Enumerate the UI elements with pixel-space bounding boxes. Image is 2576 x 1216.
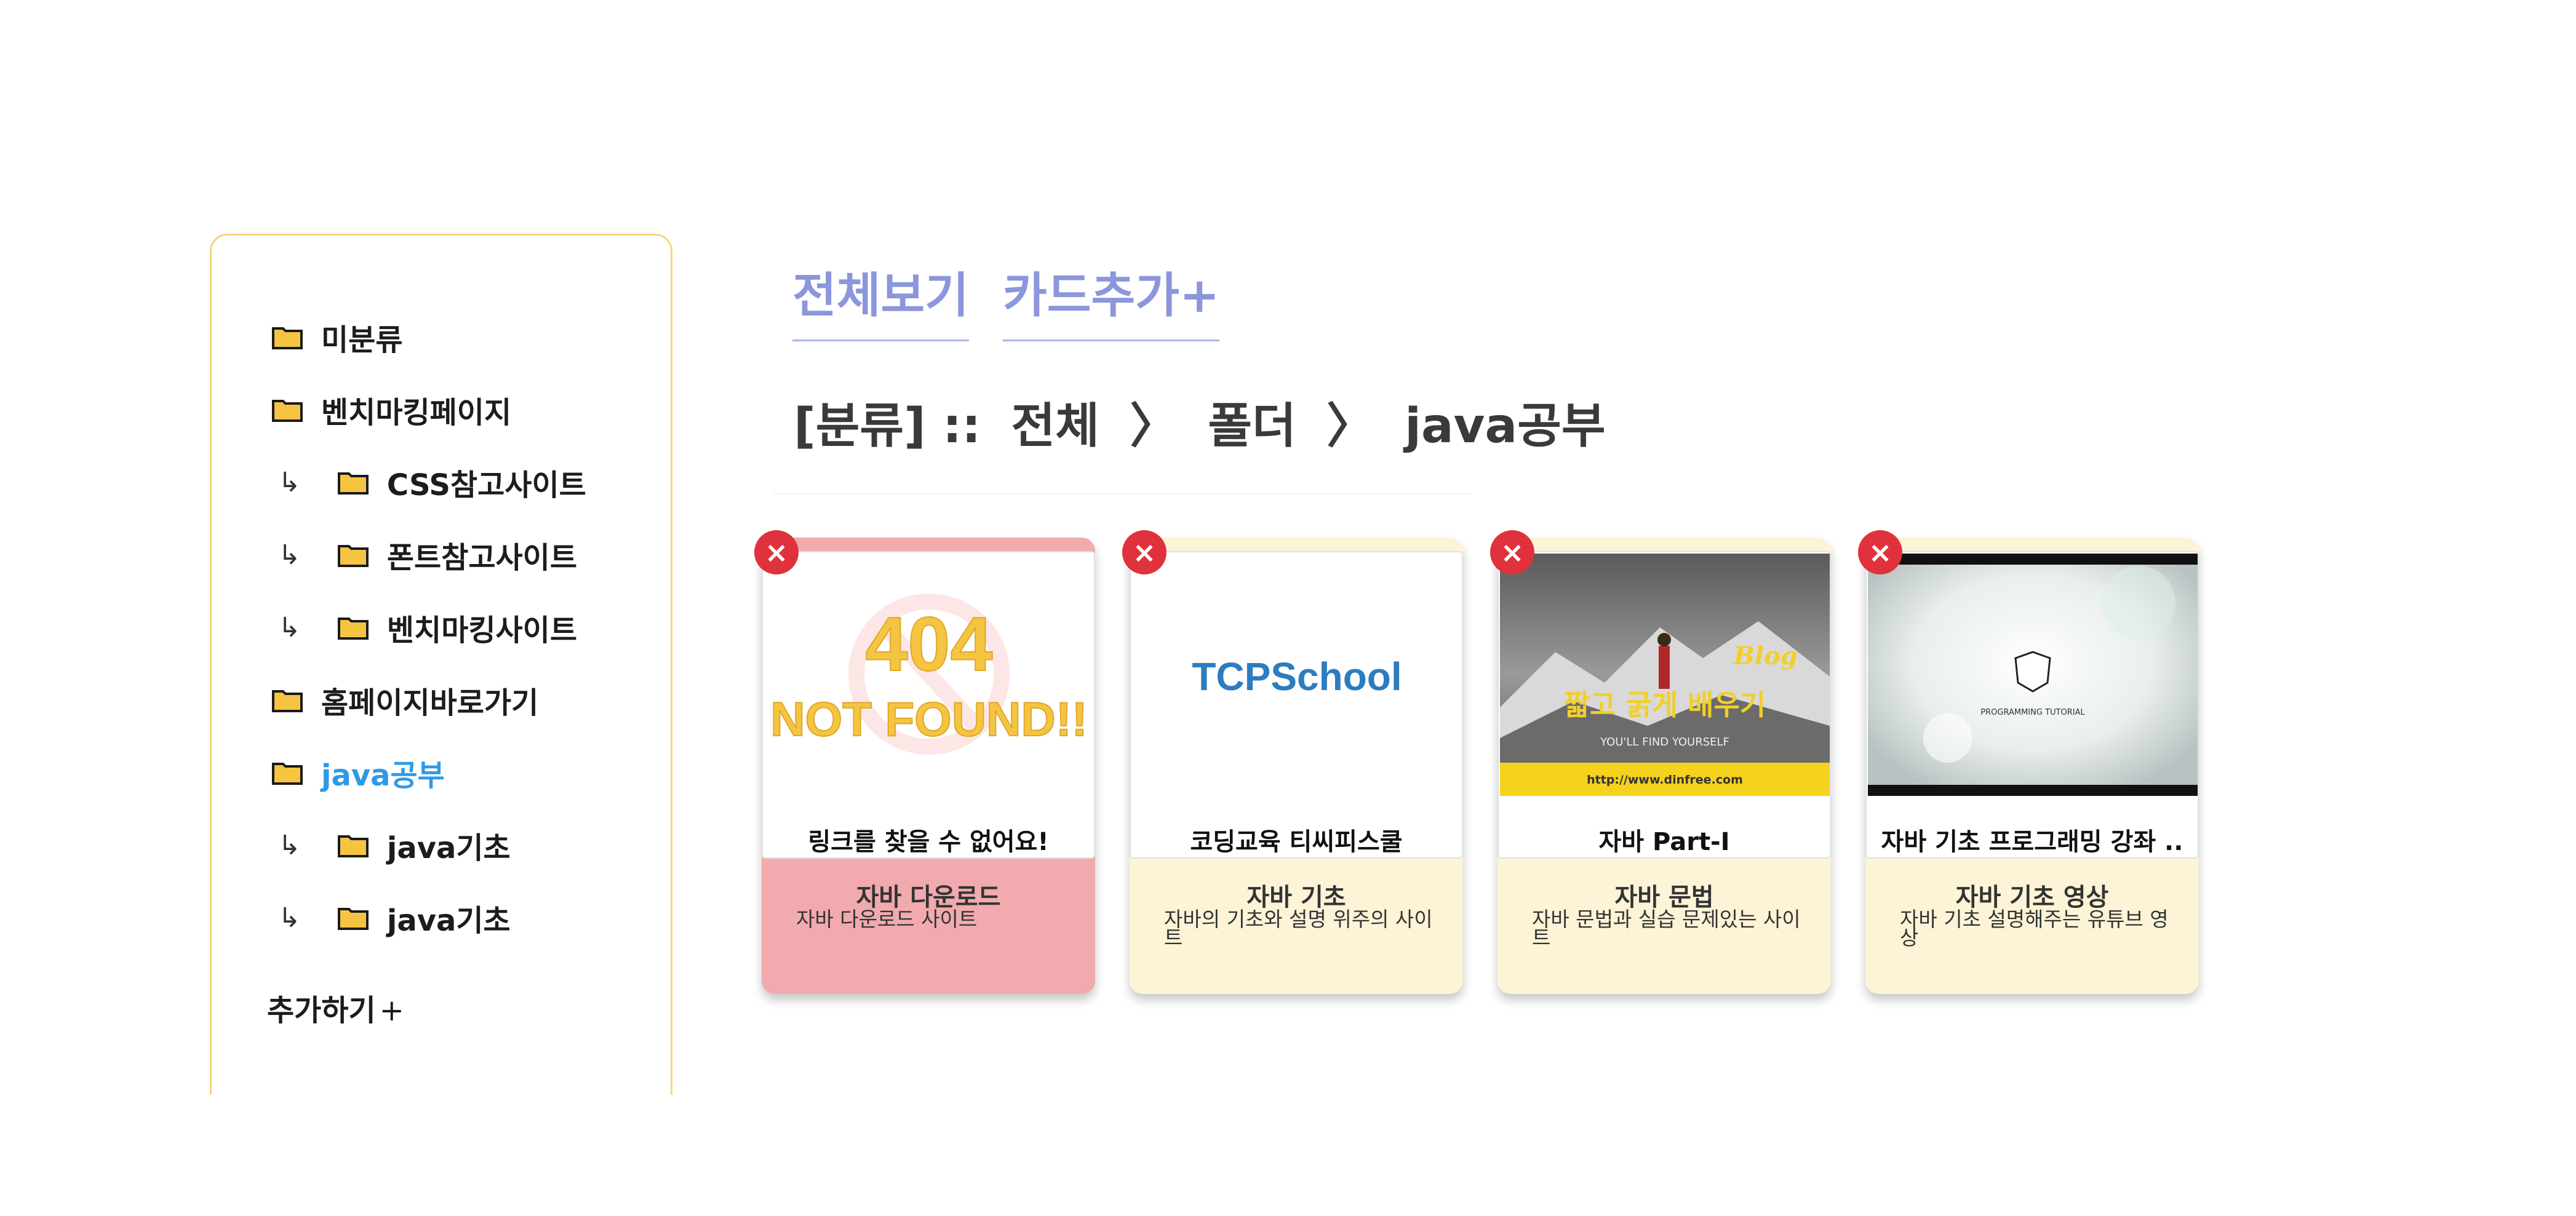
card-link-preview[interactable]: PROGRAMMING TUTORIAL 자바 기초 프로그래밍 강좌 .. (1865, 551, 2199, 859)
link-title: 자바 기초 프로그래밍 강좌 .. (1881, 828, 2183, 856)
child-arrow-icon: ↳ (278, 466, 301, 498)
folder-icon (272, 400, 303, 422)
breadcrumb-folder[interactable]: 폴더 (1208, 399, 1296, 454)
sidebar-item-label: java공부 (321, 758, 445, 793)
folder-icon (337, 545, 369, 567)
folder-icon (337, 472, 369, 495)
thumb-tcpschool-text: TCPSchool (1192, 654, 1402, 699)
card-description: 자바 기초 설명해주는 유튜브 영상 (1900, 907, 2169, 950)
card-description: 자바 문법과 실습 문제있는 사이트 (1532, 907, 1801, 950)
folder-icon (337, 618, 369, 640)
delete-card-button[interactable]: × (754, 530, 799, 574)
sidebar-item-css-reference[interactable]: ↳ CSS참고사이트 (278, 461, 586, 504)
delete-card-button[interactable]: × (1122, 530, 1166, 574)
breadcrumb-separator-icon: 〉 (1326, 399, 1375, 454)
card-link-preview[interactable]: TCPSchool 코딩교육 티씨피스쿨 (1130, 551, 1463, 859)
sidebar-item-font-reference[interactable]: ↳ 폰트참고사이트 (278, 533, 577, 576)
sidebar-item-label: 폰트참고사이트 (386, 541, 577, 575)
sidebar-item-label: 홈페이지바로가기 (321, 686, 539, 720)
bookmark-card[interactable]: × Blog 짧고 굵게 배우기 YOU'LL FIND YOURSELF ht… (1490, 530, 1831, 994)
breadcrumb-current: java공부 (1405, 399, 1606, 454)
sidebar-item-benchmarking[interactable]: 벤치마킹페이지 (272, 388, 511, 431)
sidebar-item-java-study[interactable]: java공부 (272, 751, 445, 794)
folder-icon (272, 690, 303, 712)
thumbnail-image: TCPSchool (1132, 554, 1462, 796)
sidebar-item-benchmarking-sites[interactable]: ↳ 벤치마킹사이트 (278, 606, 577, 649)
plus-icon: + (379, 993, 404, 1028)
link-title: 링크를 찾을 수 없어요! (808, 828, 1049, 856)
add-folder-button[interactable]: 추가하기 + (267, 986, 404, 1029)
add-folder-label: 추가하기 (267, 993, 376, 1028)
thumbnail-image: PROGRAMMING TUTORIAL (1868, 554, 2198, 796)
thumb-blog-text: Blog (1733, 642, 1798, 670)
folder-icon (337, 835, 369, 857)
folder-sidebar: 미분류 벤치마킹페이지 ↳ CSS참고사이트 ↳ 폰트참고사이트 ↳ 벤치마킹사… (210, 234, 672, 1095)
link-title: 코딩교육 티씨피스쿨 (1190, 828, 1403, 856)
delete-card-button[interactable]: × (1490, 530, 1534, 574)
breadcrumb-prefix: [분류] :: (794, 399, 981, 454)
card-description: 자바의 기초와 설명 위주의 사이트 (1164, 907, 1433, 950)
folder-icon (337, 908, 369, 930)
bookmark-card[interactable]: × PROGRAMMING TUTORIAL 자바 기초 프로그래밍 강좌 ..… (1858, 530, 2199, 994)
sidebar-item-label: java기초 (386, 904, 511, 938)
thumb-notfound-text: NOT FOUND!! (770, 692, 1088, 746)
thumb-404-text: 404 (866, 602, 993, 687)
card-link-preview[interactable]: Blog 짧고 굵게 배우기 YOU'LL FIND YOURSELF http… (1497, 551, 1831, 859)
link-title: 자바 Part-I (1598, 828, 1730, 856)
sidebar-item-label: 벤치마킹사이트 (386, 613, 577, 648)
sidebar-item-java-basics-1[interactable]: ↳ java기초 (278, 824, 511, 867)
sidebar-item-uncategorized[interactable]: 미분류 (272, 316, 402, 359)
sidebar-item-homepage-shortcut[interactable]: 홈페이지바로가기 (272, 678, 538, 721)
thumb-tutorial-text: PROGRAMMING TUTORIAL (1980, 708, 2085, 717)
sidebar-item-java-basics-2[interactable]: ↳ java기초 (278, 896, 511, 939)
sidebar-item-label: 미분류 (321, 323, 403, 357)
folder-icon (272, 327, 303, 349)
child-arrow-icon: ↳ (278, 539, 301, 571)
child-arrow-icon: ↳ (278, 829, 301, 861)
breadcrumb-divider (773, 493, 1470, 495)
thumb-headline-text: 짧고 굵게 배우기 (1564, 688, 1766, 721)
breadcrumb-separator-icon: 〉 (1130, 399, 1178, 454)
thumbnail-image: 404 NOT FOUND!! (764, 554, 1094, 796)
thumb-url-text: http://www.dinfree.com (1587, 773, 1743, 787)
sidebar-item-label: 벤치마킹페이지 (321, 395, 512, 430)
add-card-link[interactable]: 카드추가+ (1003, 257, 1220, 341)
thumb-tagline-text: YOU'LL FIND YOURSELF (1600, 736, 1729, 749)
bookmark-card[interactable]: × 404 NOT FOUND!! 링크를 찾을 수 없어요! 자바 다운로드 … (754, 530, 1095, 994)
sidebar-item-label: CSS참고사이트 (386, 468, 586, 503)
thumbnail-image: Blog 짧고 굵게 배우기 YOU'LL FIND YOURSELF http… (1500, 554, 1830, 796)
delete-card-button[interactable]: × (1858, 530, 1902, 574)
card-link-preview[interactable]: 404 NOT FOUND!! 링크를 찾을 수 없어요! (762, 551, 1095, 859)
child-arrow-icon: ↳ (278, 611, 301, 643)
bookmark-card[interactable]: × TCPSchool 코딩교육 티씨피스쿨 자바 기초 자바의 기초와 설명 … (1122, 530, 1463, 994)
card-description: 자바 다운로드 사이트 (796, 907, 978, 931)
child-arrow-icon: ↳ (278, 902, 301, 934)
sidebar-item-label: java기초 (386, 831, 511, 865)
folder-icon (272, 763, 303, 785)
breadcrumb-root[interactable]: 전체 (1011, 399, 1100, 454)
breadcrumb: [분류] :: 전체 〉 폴더 〉 java공부 (794, 387, 1619, 456)
view-all-link[interactable]: 전체보기 (792, 257, 970, 341)
